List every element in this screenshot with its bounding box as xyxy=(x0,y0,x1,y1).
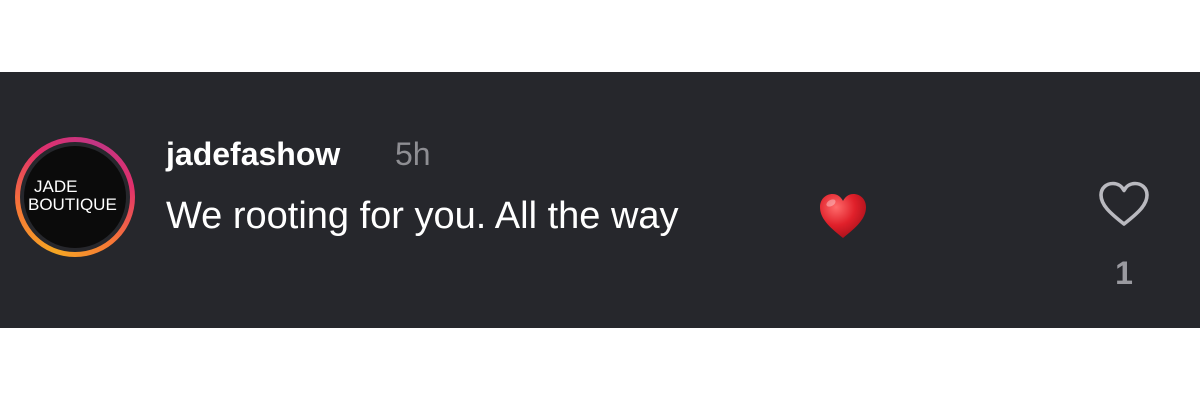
red-heart-emoji-icon xyxy=(820,194,866,238)
comment-username[interactable]: jadefashow xyxy=(166,134,340,174)
comment-text: We rooting for you. All the way xyxy=(166,195,679,237)
comment-card: JADE BOUTIQUE jadefashow 5h We rooting f… xyxy=(0,72,1200,328)
avatar-ring-gap: JADE BOUTIQUE xyxy=(20,142,130,252)
avatar[interactable]: JADE BOUTIQUE xyxy=(24,146,126,248)
like-heart-icon[interactable] xyxy=(1097,180,1151,228)
avatar-logo-line-2: BOUTIQUE xyxy=(28,195,117,214)
avatar-story-ring[interactable]: JADE BOUTIQUE xyxy=(15,137,135,257)
avatar-logo-line-1: JADE xyxy=(34,177,78,196)
comment-timestamp: 5h xyxy=(395,136,431,172)
like-count: 1 xyxy=(1115,255,1133,291)
